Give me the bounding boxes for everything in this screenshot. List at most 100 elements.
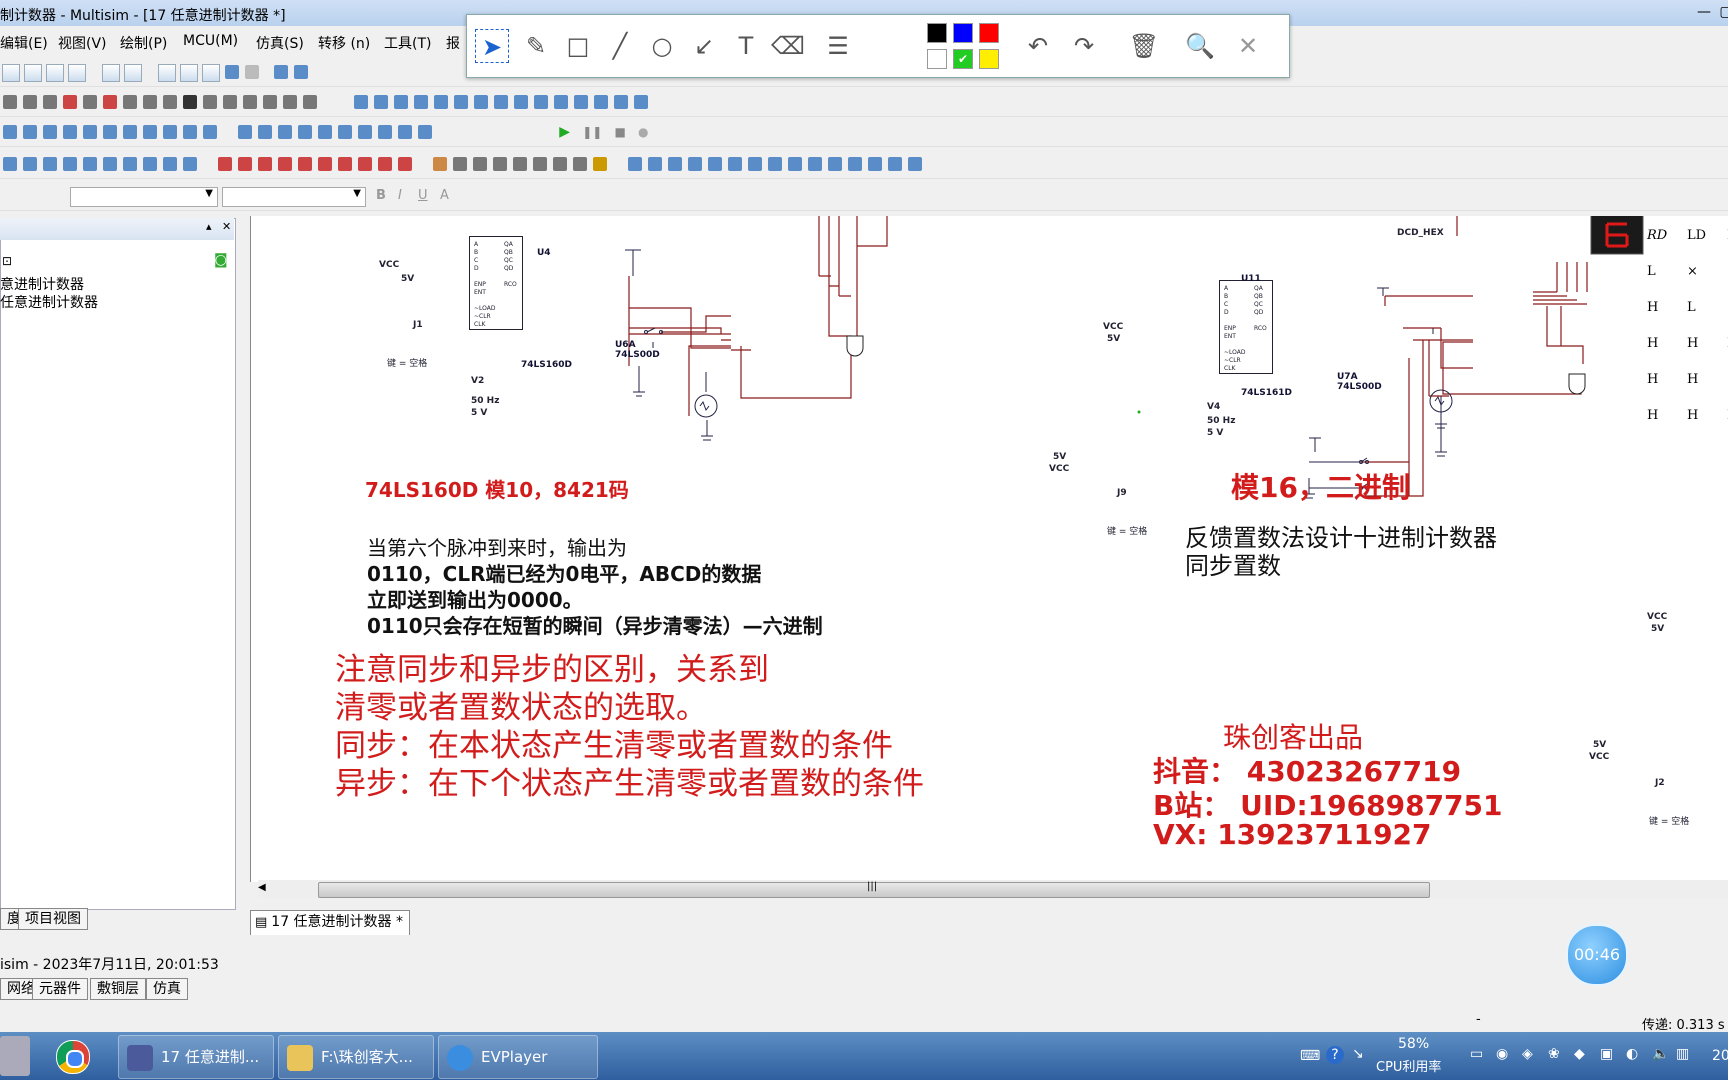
color-swatch[interactable] — [953, 23, 973, 43]
instrument-icon[interactable] — [594, 95, 609, 109]
menu-view[interactable]: 视图(V) — [58, 33, 107, 53]
component-icon[interactable] — [183, 125, 197, 139]
color-swatch[interactable] — [927, 23, 947, 43]
pointer-icon[interactable]: ➤ — [475, 29, 509, 63]
new-file-icon[interactable] — [2, 64, 20, 82]
component-icon[interactable] — [318, 125, 333, 139]
power-icon[interactable] — [223, 95, 237, 109]
ellipse-icon[interactable]: ○ — [645, 29, 679, 63]
tray-arrow-icon[interactable]: ↘ — [1352, 1046, 1364, 1062]
transistor-icon[interactable] — [63, 95, 77, 109]
tray-icon[interactable]: ◆ — [1574, 1046, 1585, 1062]
diode-icon[interactable] — [43, 95, 57, 109]
indicator-icon[interactable] — [183, 95, 197, 109]
rf-icon[interactable] — [263, 95, 277, 109]
component-icon[interactable] — [378, 157, 393, 171]
close-icon[interactable]: ✕ — [222, 220, 231, 233]
component-icon[interactable] — [103, 157, 117, 171]
hier-icon[interactable] — [283, 95, 297, 109]
component-icon[interactable] — [258, 157, 273, 171]
component-icon[interactable] — [338, 125, 353, 139]
probe-icon[interactable] — [748, 157, 763, 171]
menu-transfer[interactable]: 转移 (n) — [318, 33, 370, 53]
instrument-icon[interactable] — [554, 95, 569, 109]
instrument-icon[interactable] — [374, 95, 389, 109]
probe-icon[interactable] — [768, 157, 783, 171]
folder-icon[interactable]: ⊡ — [2, 254, 12, 268]
component-icon[interactable] — [163, 157, 177, 171]
mixed-icon[interactable] — [143, 95, 157, 109]
instrument-icon[interactable] — [574, 95, 589, 109]
tree-item[interactable]: 任意进制计数器 — [0, 292, 98, 312]
pen-icon[interactable]: ✎ — [519, 29, 553, 63]
source-icon[interactable] — [3, 95, 17, 109]
instrument-icon[interactable] — [614, 95, 629, 109]
instrument-icon[interactable] — [634, 95, 649, 109]
color-swatch[interactable] — [927, 49, 947, 69]
component-icon[interactable] — [83, 125, 97, 139]
component-icon[interactable] — [358, 157, 373, 171]
tray-icon[interactable]: ❀ — [1548, 1046, 1560, 1062]
component-icon[interactable] — [23, 125, 37, 139]
help-icon[interactable]: ? — [1326, 1046, 1344, 1064]
graphic-icon[interactable] — [433, 157, 448, 171]
tray-icon[interactable]: ◈ — [1522, 1046, 1533, 1062]
bus-icon[interactable] — [303, 95, 317, 109]
graphic-icon[interactable] — [573, 157, 588, 171]
component-icon[interactable] — [278, 125, 293, 139]
instrument-icon[interactable] — [354, 95, 369, 109]
ic-chip-74ls161d[interactable]: A B C D ENP ENT ~LOAD ~CLR CLK QA QB QC QD RCO — [1219, 280, 1273, 374]
undo-icon[interactable]: ↶ — [1021, 29, 1055, 63]
component-icon[interactable] — [43, 157, 57, 171]
component-icon[interactable] — [143, 125, 157, 139]
probe-icon[interactable] — [808, 157, 823, 171]
component-icon[interactable] — [378, 125, 393, 139]
menu-edit[interactable]: 编辑(E) — [0, 33, 48, 53]
tab-copper-layers[interactable]: 敷铜层 — [90, 978, 146, 1000]
menu-reports[interactable]: 报 — [446, 33, 460, 53]
component-icon[interactable] — [238, 157, 253, 171]
instrument-icon[interactable] — [534, 95, 549, 109]
italic-icon[interactable]: I — [398, 188, 402, 203]
component-icon[interactable] — [23, 157, 37, 171]
instrument-icon[interactable] — [474, 95, 489, 109]
ttl-icon[interactable] — [103, 95, 117, 109]
component-icon[interactable] — [318, 157, 333, 171]
probe-icon[interactable] — [788, 157, 803, 171]
text-icon[interactable]: T — [729, 29, 763, 63]
component-icon[interactable] — [298, 157, 313, 171]
component-icon[interactable] — [43, 125, 57, 139]
component-icon[interactable] — [398, 157, 413, 171]
tab-simulation[interactable]: 仿真 — [146, 978, 188, 1000]
instrument-icon[interactable] — [494, 95, 509, 109]
bold-icon[interactable]: B — [376, 188, 386, 203]
taskbar-multisim[interactable]: 17 任意进制... — [118, 1035, 274, 1079]
component-icon[interactable] — [143, 157, 157, 171]
document-tab[interactable]: ▤ 17 任意进制计数器 * — [250, 910, 411, 935]
undo-icon[interactable] — [225, 65, 239, 79]
component-icon[interactable] — [258, 125, 273, 139]
menu-simulate[interactable]: 仿真(S) — [256, 33, 304, 53]
component-icon[interactable] — [238, 125, 253, 139]
scroll-left-icon[interactable]: ◀ — [258, 882, 266, 893]
instrument-icon[interactable] — [454, 95, 469, 109]
tray-icon[interactable]: ▣ — [1600, 1046, 1613, 1062]
antenna-icon[interactable] — [203, 95, 217, 109]
tray-icon[interactable]: ◐ — [1626, 1046, 1638, 1062]
misc-icon[interactable] — [163, 95, 177, 109]
scrollbar-thumb[interactable]: ||| — [318, 881, 1430, 898]
probe-icon[interactable] — [688, 157, 703, 171]
component-icon[interactable] — [103, 125, 117, 139]
menu-place[interactable]: 绘制(P) — [120, 33, 167, 53]
schematic-canvas[interactable]: A B C D ENP ENT ~LOAD ~CLR CLK QA QB QC QD RCO ABCDE… — [250, 216, 1728, 882]
close-icon[interactable]: ✕ — [1231, 29, 1265, 63]
copy-icon[interactable] — [180, 64, 198, 82]
component-icon[interactable] — [63, 157, 77, 171]
graphic-icon[interactable] — [533, 157, 548, 171]
component-icon[interactable] — [63, 125, 77, 139]
probe-icon[interactable] — [908, 157, 923, 171]
component-icon[interactable] — [83, 157, 97, 171]
graphic-icon[interactable] — [493, 157, 508, 171]
record-icon[interactable]: ● — [638, 125, 648, 139]
probe-icon[interactable] — [708, 157, 723, 171]
